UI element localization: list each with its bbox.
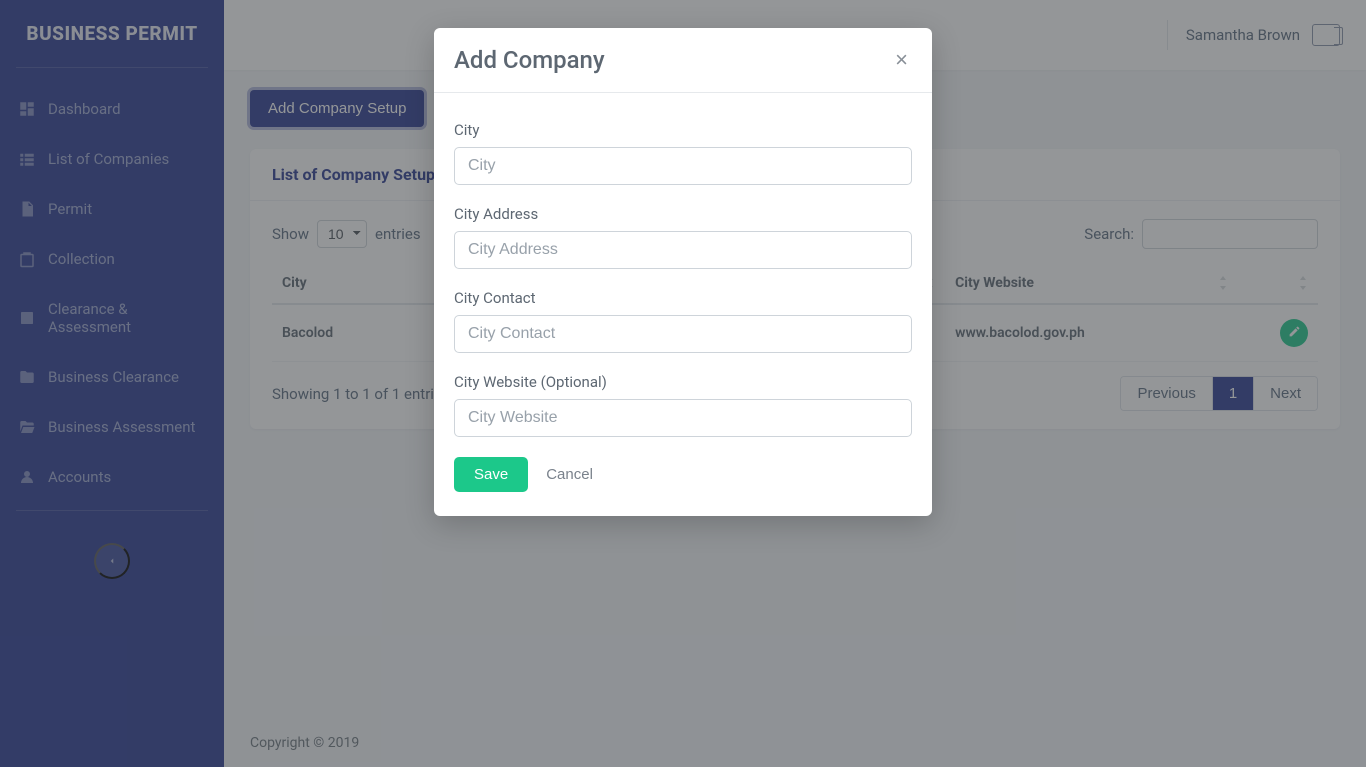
city-contact-label: City Contact	[454, 289, 912, 307]
cancel-button[interactable]: Cancel	[546, 466, 593, 483]
add-company-modal: Add Company × City City Address City Con…	[434, 28, 932, 516]
modal-overlay[interactable]: Add Company × City City Address City Con…	[0, 0, 1366, 767]
close-modal-button[interactable]: ×	[891, 47, 912, 73]
city-label: City	[454, 121, 912, 139]
city-address-label: City Address	[454, 205, 912, 223]
close-icon: ×	[895, 47, 908, 72]
city-contact-input[interactable]	[454, 315, 912, 353]
city-address-input[interactable]	[454, 231, 912, 269]
modal-title: Add Company	[454, 46, 605, 74]
city-website-label: City Website (Optional)	[454, 373, 912, 391]
city-input[interactable]	[454, 147, 912, 185]
city-website-input[interactable]	[454, 399, 912, 437]
save-button[interactable]: Save	[454, 457, 528, 492]
